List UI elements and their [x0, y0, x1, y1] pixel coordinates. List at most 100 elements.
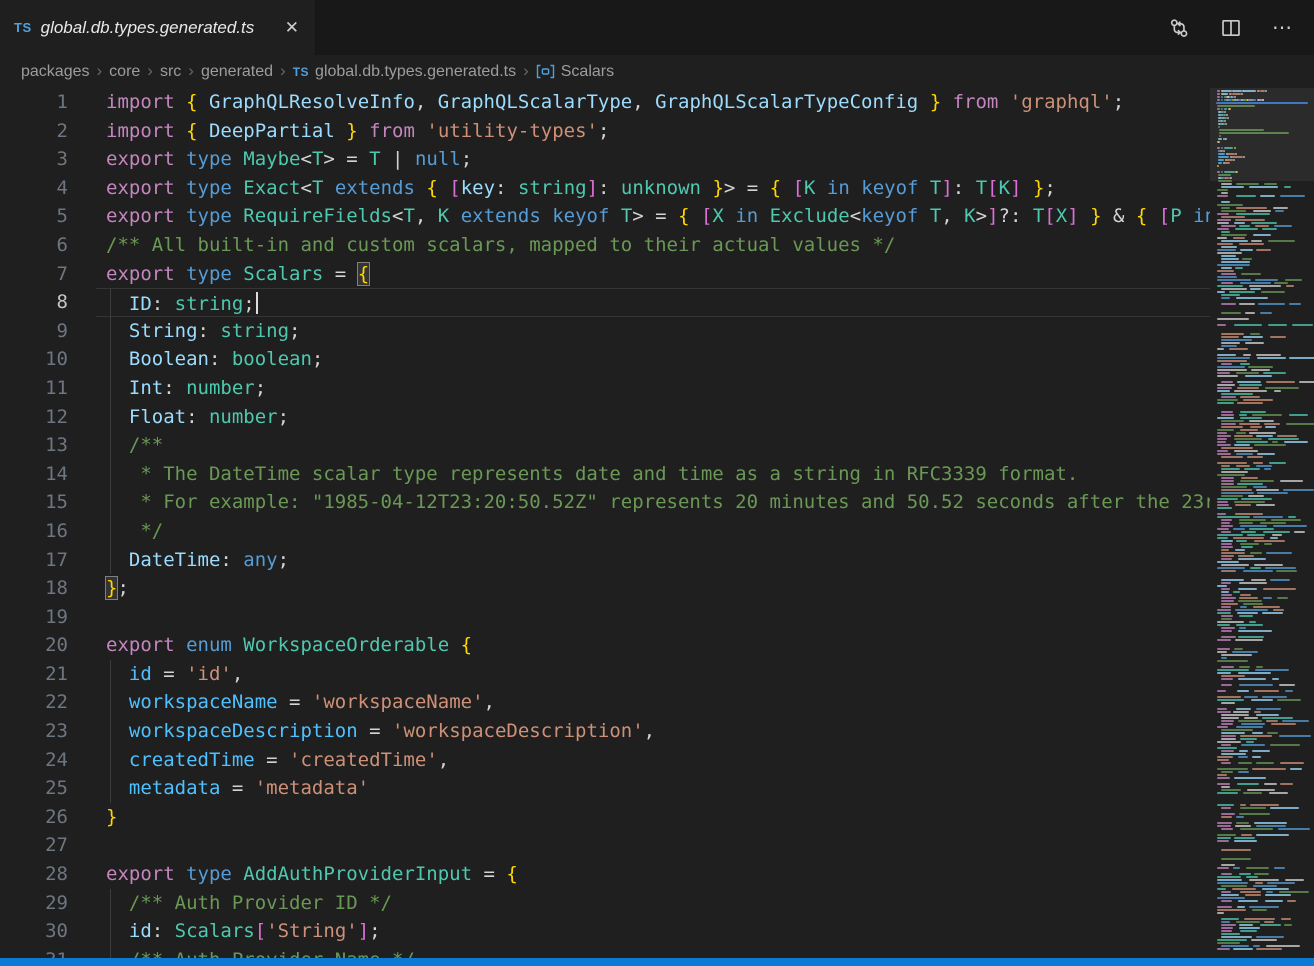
breadcrumb-item-src[interactable]: src	[160, 63, 181, 81]
code-line-24[interactable]: 24 createdTime = 'createdTime',	[0, 746, 1210, 775]
code-line-content: import { GraphQLResolveInfo, GraphQLScal…	[96, 88, 1210, 117]
code-line-content: /**	[96, 431, 1210, 460]
code-line-content: Boolean: boolean;	[96, 345, 1210, 374]
code-line-15[interactable]: 15 * For example: "1985-04-12T23:20:50.5…	[0, 488, 1210, 517]
symbol-type-icon	[536, 64, 555, 79]
compare-changes-icon[interactable]	[1168, 17, 1190, 39]
code-line-content: }	[96, 803, 1210, 832]
text-cursor	[256, 292, 258, 314]
code-line-content: export type RequireFields<T, K extends k…	[96, 202, 1210, 231]
code-line-content	[96, 603, 1210, 632]
breadcrumb-item-generated[interactable]: generated	[201, 63, 273, 81]
line-number-31: 31	[0, 946, 68, 958]
breadcrumb-item-packages[interactable]: packages	[21, 63, 90, 81]
breadcrumb-separator: ›	[97, 61, 103, 81]
code-line-content	[96, 831, 1210, 860]
code-line-7[interactable]: 7export type Scalars = {	[0, 260, 1210, 289]
code-editor[interactable]: 1import { GraphQLResolveInfo, GraphQLSca…	[0, 88, 1210, 958]
code-line-content: import { DeepPartial } from 'utility-typ…	[96, 117, 1210, 146]
line-number-25: 25	[0, 774, 68, 803]
code-line-content: workspaceName = 'workspaceName',	[96, 688, 1210, 717]
code-line-content: DateTime: any;	[96, 546, 1210, 575]
code-line-6[interactable]: 6 /** All built-in and custom scalars, ma…	[0, 231, 1210, 260]
code-line-content: createdTime = 'createdTime',	[96, 746, 1210, 775]
tab-bar: TS global.db.types.generated.ts ✕	[0, 0, 1314, 55]
code-line-5[interactable]: 5export type RequireFields<T, K extends …	[0, 202, 1210, 231]
code-line-30[interactable]: 30 id: Scalars['String'];	[0, 917, 1210, 946]
code-line-10[interactable]: 10 Boolean: boolean;	[0, 345, 1210, 374]
ts-file-icon: TS	[14, 20, 32, 35]
code-line-17[interactable]: 17 DateTime: any;	[0, 546, 1210, 575]
code-line-12[interactable]: 12 Float: number;	[0, 403, 1210, 432]
code-line-23[interactable]: 23 workspaceDescription = 'workspaceDesc…	[0, 717, 1210, 746]
code-line-18[interactable]: 18};	[0, 574, 1210, 603]
code-line-content: /** Auth Provider ID */	[96, 889, 1210, 918]
code-line-4[interactable]: 4export type Exact<T extends { [key: str…	[0, 174, 1210, 203]
line-number-30: 30	[0, 917, 68, 946]
line-number-19: 19	[0, 603, 68, 632]
split-editor-icon[interactable]	[1220, 17, 1242, 39]
breadcrumb: packages›core›src›generated›TSglobal.db.…	[0, 55, 1314, 88]
code-line-content: String: string;	[96, 317, 1210, 346]
code-line-31[interactable]: 31 /** Auth Provider Name */	[0, 946, 1210, 958]
minimap-slider[interactable]	[1210, 88, 1314, 181]
code-line-26[interactable]: 26}	[0, 803, 1210, 832]
tab-global-db-types-generated[interactable]: TS global.db.types.generated.ts ✕	[0, 0, 316, 55]
line-number-27: 27	[0, 831, 68, 860]
vscode-window: TS global.db.types.generated.ts ✕	[0, 0, 1314, 966]
code-line-14[interactable]: 14 * The DateTime scalar type represents…	[0, 460, 1210, 489]
editor-actions: ⋯	[1168, 0, 1314, 55]
line-number-9: 9	[0, 317, 68, 346]
status-bar	[0, 958, 1314, 966]
line-number-3: 3	[0, 145, 68, 174]
line-number-8: 8	[0, 288, 68, 317]
code-line-content: /** All built-in and custom scalars, map…	[96, 231, 1210, 260]
code-line-content: export enum WorkspaceOrderable {	[96, 631, 1210, 660]
code-line-29[interactable]: 29 /** Auth Provider ID */	[0, 889, 1210, 918]
code-line-content: workspaceDescription = 'workspaceDescrip…	[96, 717, 1210, 746]
code-line-20[interactable]: 20export enum WorkspaceOrderable {	[0, 631, 1210, 660]
breadcrumb-item-symbol-scalars[interactable]: Scalars	[536, 63, 614, 81]
code-line-19[interactable]: 19	[0, 603, 1210, 632]
code-line-1[interactable]: 1import { GraphQLResolveInfo, GraphQLSca…	[0, 88, 1210, 117]
breadcrumb-separator: ›	[523, 61, 529, 81]
line-number-17: 17	[0, 546, 68, 575]
code-line-content: Float: number;	[96, 403, 1210, 432]
more-actions-icon[interactable]: ⋯	[1272, 17, 1294, 39]
line-number-11: 11	[0, 374, 68, 403]
ts-file-icon: TS	[293, 65, 309, 79]
code-line-13[interactable]: 13 /**	[0, 431, 1210, 460]
line-number-21: 21	[0, 660, 68, 689]
code-line-content: metadata = 'metadata'	[96, 774, 1210, 803]
breadcrumb-file-label: global.db.types.generated.ts	[315, 63, 516, 81]
code-line-9[interactable]: 9 String: string;	[0, 317, 1210, 346]
code-line-8[interactable]: 8 ID: string;	[0, 288, 1210, 317]
breadcrumb-item-file[interactable]: TS global.db.types.generated.ts	[293, 63, 516, 81]
code-line-22[interactable]: 22 workspaceName = 'workspaceName',	[0, 688, 1210, 717]
line-number-28: 28	[0, 860, 68, 889]
code-line-content: * The DateTime scalar type represents da…	[96, 460, 1210, 489]
code-line-25[interactable]: 25 metadata = 'metadata'	[0, 774, 1210, 803]
code-line-content: };	[96, 574, 1210, 603]
code-line-21[interactable]: 21 id = 'id',	[0, 660, 1210, 689]
minimap[interactable]	[1210, 88, 1314, 958]
line-number-6: 6	[0, 231, 68, 260]
breadcrumb-separator: ›	[280, 61, 286, 81]
code-line-11[interactable]: 11 Int: number;	[0, 374, 1210, 403]
code-line-27[interactable]: 27	[0, 831, 1210, 860]
code-line-16[interactable]: 16 */	[0, 517, 1210, 546]
code-line-28[interactable]: 28export type AddAuthProviderInput = {	[0, 860, 1210, 889]
code-line-2[interactable]: 2import { DeepPartial } from 'utility-ty…	[0, 117, 1210, 146]
line-number-12: 12	[0, 403, 68, 432]
code-line-content: id = 'id',	[96, 660, 1210, 689]
line-number-13: 13	[0, 431, 68, 460]
code-line-content: /** Auth Provider Name */	[96, 946, 1210, 958]
code-line-content: */	[96, 517, 1210, 546]
breadcrumb-symbol-label: Scalars	[561, 63, 614, 81]
code-line-3[interactable]: 3export type Maybe<T> = T | null;	[0, 145, 1210, 174]
line-number-7: 7	[0, 260, 68, 289]
close-tab-icon[interactable]: ✕	[281, 16, 303, 40]
breadcrumb-item-core[interactable]: core	[109, 63, 140, 81]
line-number-10: 10	[0, 345, 68, 374]
code-line-content: Int: number;	[96, 374, 1210, 403]
